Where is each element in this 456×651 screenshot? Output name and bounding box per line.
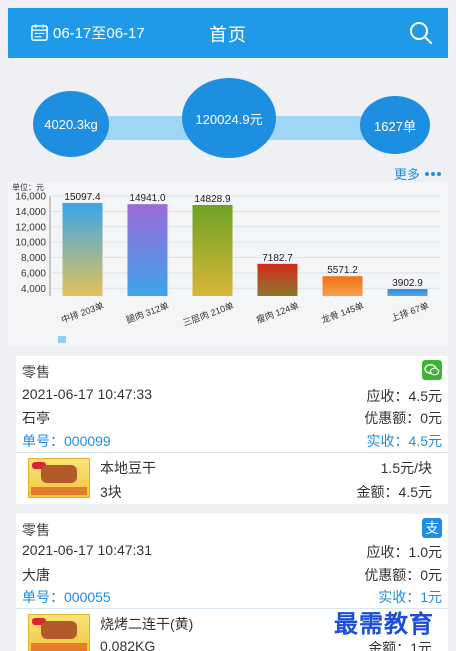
order-item[interactable]: 本地豆干 3块 1.5元/块 金额：4.5元 [22,454,442,504]
total-orders-bubble: 1627单 [360,96,430,154]
order-datetime: 2021-06-17 10:47:33 [22,386,152,402]
bar-value-label: 14828.9 [194,194,231,205]
item-qty: 3块 [100,484,122,500]
order-receivable: 应收：4.5元 [366,388,442,404]
order-location: 大唐 [22,567,50,583]
x-category-label: 三层肉 210单 [181,300,235,329]
bar [127,204,168,296]
bar [257,263,298,296]
bar-chart: 单位：元 4,000 6,000 8,000 10,000 12,000 14,000 16,… [12,182,440,343]
y-tick-label: 8,000 [21,253,46,264]
order-number: 单号：000055 [22,589,111,605]
legend-swatch [58,336,66,343]
x-category-label: 腿肉 312单 [125,300,171,326]
y-tick-label: 16,000 [15,192,46,203]
item-qty: 0.082KG [100,638,156,651]
x-category-label: 瘦肉 124单 [255,300,301,326]
item-name: 烧烤二连干(黄) [100,616,194,632]
order-card[interactable]: 零售 2021-06-17 10:47:33 应收：4.5元 石亭 优惠额：0元… [16,356,448,504]
y-tick-label: 14,000 [15,207,46,218]
bar [192,205,233,296]
search-icon[interactable] [408,20,434,46]
watermark: 最需教育 [334,609,434,638]
svg-text:支: 支 [425,521,439,537]
page-title: 首页 [209,25,247,45]
bar-value-label: 15097.4 [64,192,101,203]
alipay-icon: 支 [422,518,442,538]
item-name: 本地豆干 [100,460,156,476]
more-link[interactable]: 更多 [394,164,442,183]
product-thumbnail [28,614,90,651]
product-thumbnail [28,458,90,498]
more-label: 更多 [393,167,420,182]
bar-value-label: 3902.9 [392,278,423,289]
bar [387,289,428,296]
summary-panel: 4020.3kg 120024.9元 1627单 更多 [8,58,448,186]
more-dots-icon [425,171,441,176]
x-category-label: 龙骨 145单 [320,300,366,326]
total-amount-bubble: 120024.9元 [182,78,276,158]
bar [322,276,363,296]
y-tick-label: 10,000 [15,238,46,249]
order-discount: 优惠额：0元 [364,410,442,426]
order-discount: 优惠额：0元 [364,567,442,583]
chart-unit-label: 单位：元 [12,182,44,192]
order-datetime: 2021-06-17 10:47:31 [22,542,152,558]
top-bar: 06-17至06-17 首页 [8,8,448,58]
sales-chart: 单位：元 4,000 6,000 8,000 10,000 12,000 14,000 16,… [8,182,448,346]
divider [16,452,448,453]
x-category-label: 上排 67单 [389,300,430,324]
item-amount: 金额：4.5元 [356,484,432,500]
order-number: 单号：000099 [22,433,111,449]
item-price: 1.5元/块 [380,460,432,476]
y-tick-label: 6,000 [21,268,46,279]
order-receivable: 应收：1.0元 [366,544,442,560]
wechat-icon [422,360,442,380]
y-tick-label: 12,000 [15,222,46,233]
order-type: 零售 [22,522,50,538]
total-weight-bubble: 4020.3kg [33,91,109,157]
order-type: 零售 [22,364,50,380]
bar [62,202,103,296]
bar-value-label: 5571.2 [327,265,358,276]
bar-value-label: 7182.7 [262,253,293,264]
order-location: 石亭 [22,410,50,426]
item-amount: 金额：1元 [368,640,432,651]
order-received: 实收：4.5元 [366,433,442,449]
bar-value-label: 14941.0 [129,193,166,204]
y-tick-label: 4,000 [21,284,46,295]
x-category-label: 中排 203单 [60,300,106,326]
